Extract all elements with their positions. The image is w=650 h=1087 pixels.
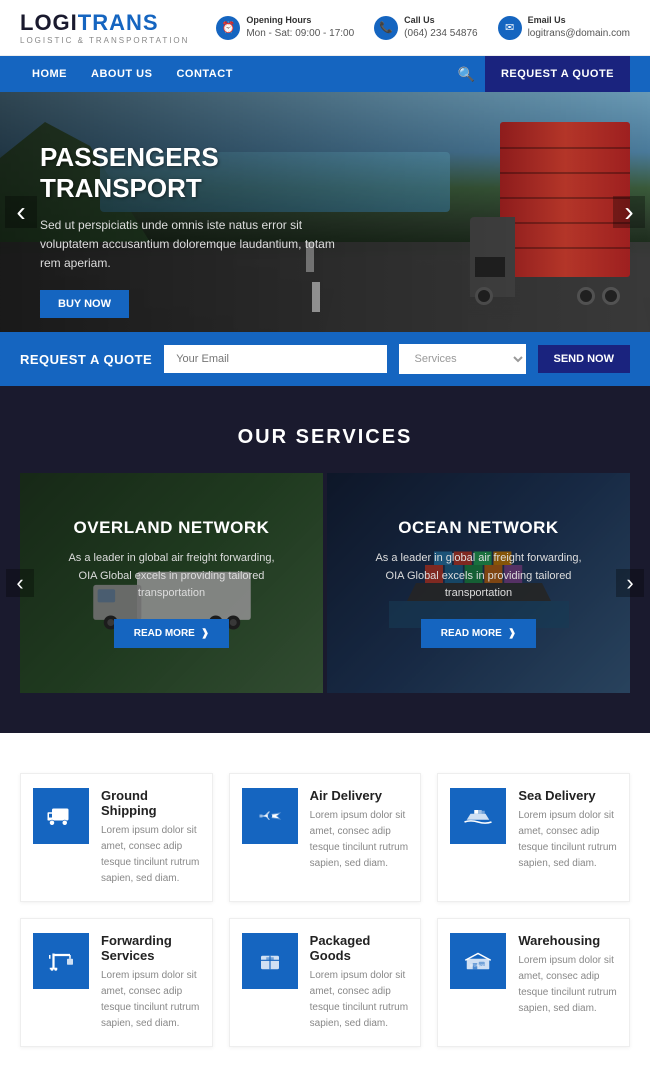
sea-delivery-title: Sea Delivery xyxy=(518,788,617,803)
hero-title: PASSENGERS TRANSPORT xyxy=(40,142,340,204)
hero-section: PASSENGERS TRANSPORT Sed ut perspiciatis… xyxy=(0,92,650,332)
sea-delivery-icon-box xyxy=(450,788,506,844)
quote-bar: REQUEST A QUOTE Services Ground Shipping… xyxy=(0,332,650,386)
hero-prev-arrow[interactable]: ‹ xyxy=(5,196,37,228)
package-icon xyxy=(255,946,285,976)
contact-hours: ⏰ Opening Hours Mon - Sat: 09:00 - 17:00 xyxy=(216,14,354,41)
feature-air-delivery: Air Delivery Lorem ipsum dolor sit amet,… xyxy=(229,773,422,902)
site-header: LOGITRANS LOGISTIC & TRANSPORTATION ⏰ Op… xyxy=(0,0,650,56)
arrow-right-icon: ❱ xyxy=(201,628,209,639)
hero-next-arrow[interactable]: › xyxy=(613,196,645,228)
quote-services-select[interactable]: Services Ground Shipping Air Delivery Se… xyxy=(399,344,526,374)
ocean-content: OCEAN NETWORK As a leader in global air … xyxy=(327,473,630,693)
nav-home[interactable]: HOME xyxy=(20,56,79,92)
forwarding-desc: Lorem ipsum dolor sit amet, consec adip … xyxy=(101,968,200,1032)
packaged-goods-text: Packaged Goods Lorem ipsum dolor sit ame… xyxy=(310,933,409,1032)
search-icon[interactable]: 🔍 xyxy=(448,66,485,83)
ocean-description: As a leader in global air freight forwar… xyxy=(369,550,589,603)
quote-bar-label: REQUEST A QUOTE xyxy=(20,352,152,367)
forwarding-title: Forwarding Services xyxy=(101,933,200,963)
nav-items: HOME ABOUT US CONTACT xyxy=(20,56,448,92)
service-carousel: ‹ OVERLAND NETWORK xyxy=(20,473,630,693)
air-delivery-title: Air Delivery xyxy=(310,788,409,803)
contact-email: ✉ Email Us logitrans@domain.com xyxy=(498,14,630,41)
contact-phone: 📞 Call Us (064) 234 54876 xyxy=(374,14,477,41)
logo[interactable]: LOGITRANS LOGISTIC & TRANSPORTATION xyxy=(20,10,189,45)
contact-phone-text: Call Us (064) 234 54876 xyxy=(404,14,477,41)
overland-title: OVERLAND NETWORK xyxy=(74,518,270,538)
feature-forwarding: Forwarding Services Lorem ipsum dolor si… xyxy=(20,918,213,1047)
warehouse-icon: STORAGE xyxy=(463,946,493,976)
hero-buy-button[interactable]: BUY NOW xyxy=(40,290,129,318)
truck-icon xyxy=(46,801,76,831)
feature-packaged-goods: Packaged Goods Lorem ipsum dolor sit ame… xyxy=(229,918,422,1047)
service-card-ocean: OCEAN NETWORK As a leader in global air … xyxy=(327,473,630,693)
warehousing-desc: Lorem ipsum dolor sit amet, consec adip … xyxy=(518,953,617,1017)
quote-email-input[interactable] xyxy=(164,345,386,373)
logo-tagline: LOGISTIC & TRANSPORTATION xyxy=(20,36,189,45)
features-grid: Ground Shipping Lorem ipsum dolor sit am… xyxy=(20,773,630,1047)
plane-icon xyxy=(255,801,285,831)
crane-icon xyxy=(46,946,76,976)
ground-shipping-title: Ground Shipping xyxy=(101,788,200,818)
forwarding-text: Forwarding Services Lorem ipsum dolor si… xyxy=(101,933,200,1032)
overland-description: As a leader in global air freight forwar… xyxy=(62,550,282,603)
logo-title: LOGITRANS xyxy=(20,10,189,36)
air-delivery-desc: Lorem ipsum dolor sit amet, consec adip … xyxy=(310,808,409,872)
email-icon: ✉ xyxy=(498,16,522,40)
service-prev-arrow[interactable]: ‹ xyxy=(6,569,34,597)
warehousing-title: Warehousing xyxy=(518,933,617,948)
air-delivery-text: Air Delivery Lorem ipsum dolor sit amet,… xyxy=(310,788,409,872)
service-next-arrow[interactable]: › xyxy=(616,569,644,597)
nav-contact[interactable]: CONTACT xyxy=(164,56,244,92)
ground-shipping-desc: Lorem ipsum dolor sit amet, consec adip … xyxy=(101,823,200,887)
warehousing-icon-box: STORAGE xyxy=(450,933,506,989)
hero-content: PASSENGERS TRANSPORT Sed ut perspiciatis… xyxy=(40,142,340,318)
services-section: OUR SERVICES ‹ xyxy=(0,386,650,733)
nav-about[interactable]: ABOUT US xyxy=(79,56,164,92)
sea-delivery-text: Sea Delivery Lorem ipsum dolor sit amet,… xyxy=(518,788,617,872)
header-contact: ⏰ Opening Hours Mon - Sat: 09:00 - 17:00… xyxy=(216,14,630,41)
packaged-goods-title: Packaged Goods xyxy=(310,933,409,963)
overland-read-more-button[interactable]: READ MORE ❱ xyxy=(114,619,230,648)
contact-hours-text: Opening Hours Mon - Sat: 09:00 - 17:00 xyxy=(246,14,354,41)
service-card-overland: OVERLAND NETWORK As a leader in global a… xyxy=(20,473,323,693)
ocean-read-more-button[interactable]: READ MORE ❱ xyxy=(421,619,537,648)
quote-send-button[interactable]: SEND NOW xyxy=(538,345,631,373)
ship-icon xyxy=(463,801,493,831)
clock-icon: ⏰ xyxy=(216,16,240,40)
forwarding-icon-box xyxy=(33,933,89,989)
nav-quote-button[interactable]: REQUEST A QUOTE xyxy=(485,56,630,92)
ground-shipping-icon-box xyxy=(33,788,89,844)
svg-text:STORAGE: STORAGE xyxy=(470,963,485,967)
ground-shipping-text: Ground Shipping Lorem ipsum dolor sit am… xyxy=(101,788,200,887)
air-delivery-icon-box xyxy=(242,788,298,844)
arrow-right-icon: ❱ xyxy=(508,628,516,639)
services-title: OUR SERVICES xyxy=(20,426,630,449)
overland-content: OVERLAND NETWORK As a leader in global a… xyxy=(20,473,323,693)
features-section: Ground Shipping Lorem ipsum dolor sit am… xyxy=(0,733,650,1087)
sea-delivery-desc: Lorem ipsum dolor sit amet, consec adip … xyxy=(518,808,617,872)
ocean-title: OCEAN NETWORK xyxy=(398,518,558,538)
feature-warehousing: STORAGE Warehousing Lorem ipsum dolor si… xyxy=(437,918,630,1047)
packaged-goods-desc: Lorem ipsum dolor sit amet, consec adip … xyxy=(310,968,409,1032)
contact-email-text: Email Us logitrans@domain.com xyxy=(528,14,630,41)
feature-sea-delivery: Sea Delivery Lorem ipsum dolor sit amet,… xyxy=(437,773,630,902)
warehousing-text: Warehousing Lorem ipsum dolor sit amet, … xyxy=(518,933,617,1017)
phone-icon: 📞 xyxy=(374,16,398,40)
main-nav: HOME ABOUT US CONTACT 🔍 REQUEST A QUOTE xyxy=(0,56,650,92)
hero-description: Sed ut perspiciatis unde omnis iste natu… xyxy=(40,216,340,274)
packaged-goods-icon-box xyxy=(242,933,298,989)
feature-ground-shipping: Ground Shipping Lorem ipsum dolor sit am… xyxy=(20,773,213,902)
